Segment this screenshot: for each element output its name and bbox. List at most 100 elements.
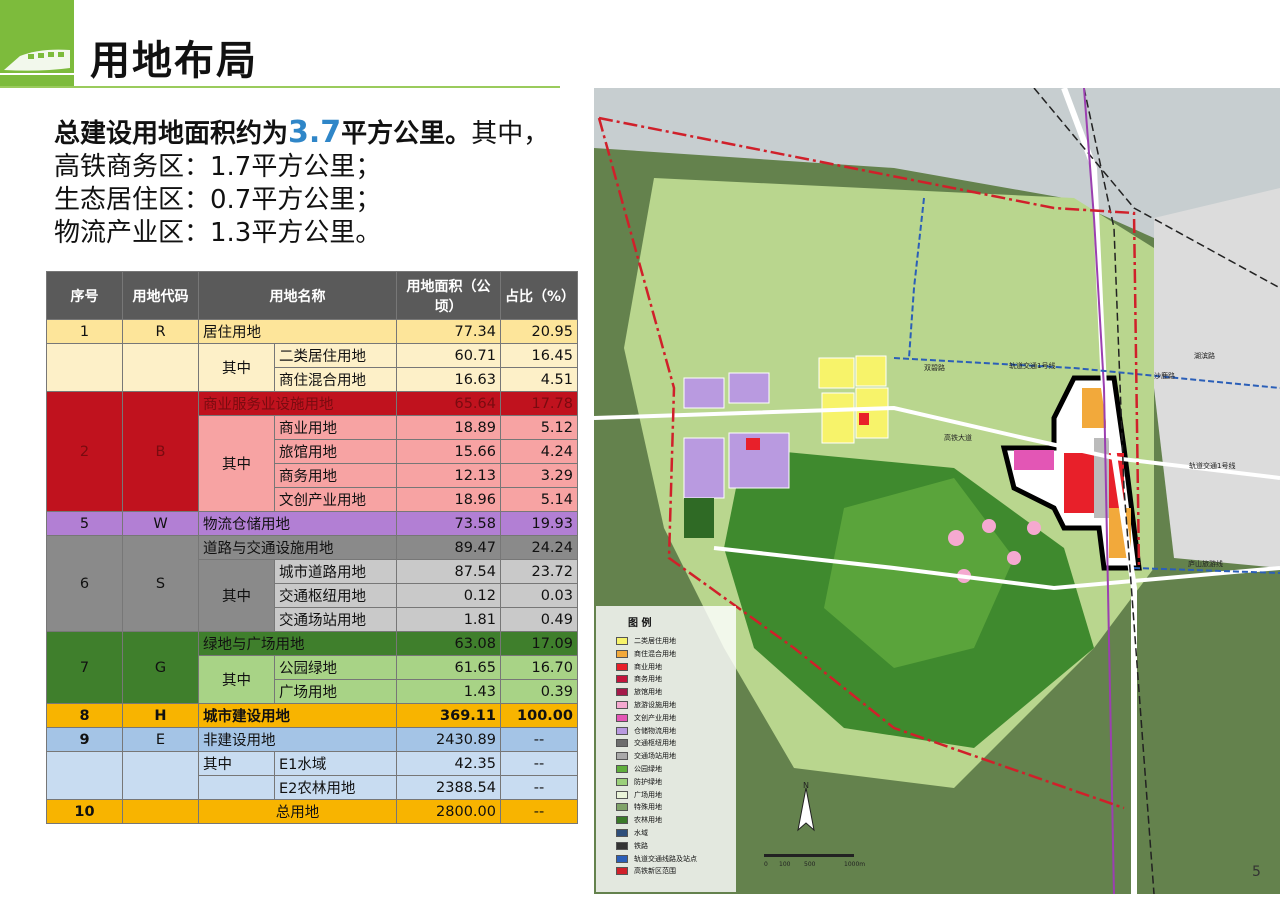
legend-label: 商务用地	[634, 675, 662, 684]
legend-title: 图 例	[628, 618, 652, 629]
legend-label: 旅游设施用地	[634, 701, 676, 709]
farmland-block	[684, 498, 714, 538]
scale-bar: 0 100 500 1000m	[764, 854, 865, 868]
tourism-site	[948, 530, 964, 546]
legend-swatch	[616, 752, 628, 761]
table-row: 8 H 城市建设用地 369.11 100.00	[46, 703, 578, 728]
legend-label: 水域	[634, 829, 648, 837]
land-use-table: 序号 用地代码 用地名称 用地面积（公顷） 占比（%） 1 R 居住用地 77.…	[46, 271, 578, 824]
road-label: 双碧路	[924, 363, 945, 372]
legend-swatch	[616, 739, 628, 748]
legend-swatch	[616, 713, 628, 722]
legend-label: 防护绿地	[634, 777, 662, 786]
legend-item: 商住混合用地	[616, 649, 676, 659]
legend-label: 高铁新区范围	[634, 867, 676, 876]
legend-swatch	[616, 841, 628, 850]
table-row: 1 R 居住用地 77.34 20.95	[46, 319, 578, 344]
tourism-site	[1027, 521, 1041, 535]
legend-swatch	[616, 662, 628, 671]
logistics-block	[683, 377, 725, 409]
legend-swatch	[616, 701, 628, 709]
legend-label: 铁路	[634, 841, 648, 850]
table-row: 7 G 绿地与广场用地 63.08 17.09	[46, 631, 578, 704]
legend-swatch	[616, 777, 628, 786]
legend-item: 旅馆用地	[616, 687, 662, 697]
legend-label: 公园绿地	[634, 765, 662, 773]
logistics-block	[728, 372, 770, 404]
legend-item: 防护绿地	[616, 777, 662, 787]
col-header: 序号	[46, 271, 123, 320]
commercial-block	[746, 438, 760, 450]
svg-text:N: N	[803, 781, 809, 790]
svg-text:100: 100	[779, 861, 791, 868]
col-header: 用地代码	[122, 271, 199, 320]
legend-label: 农林用地	[634, 816, 662, 825]
legend-swatch	[616, 726, 628, 735]
header-logo-box	[0, 0, 74, 86]
legend-swatch	[616, 675, 628, 684]
legend-swatch	[616, 790, 628, 799]
commercial-block	[859, 413, 869, 425]
logistics-block	[683, 437, 725, 499]
legend-swatch	[616, 816, 628, 825]
legend-item: 铁路	[616, 841, 648, 851]
summary-line-logistics: 物流产业区：1.3平方公里。	[54, 218, 382, 248]
creative-block	[1014, 450, 1054, 470]
legend-item: 文创产业用地	[616, 713, 676, 723]
title-underline	[0, 86, 560, 88]
page-number: 5	[1252, 864, 1261, 880]
col-header: 占比（%）	[500, 271, 578, 320]
map-legend: 图 例 二类居住用地 商住混合用地商业用地商务用地旅馆用地旅游设施用地文创产业用地…	[596, 606, 736, 892]
legend-swatch	[616, 649, 628, 658]
legend-item: 仓储物流用地	[616, 726, 676, 736]
residential-block	[855, 355, 887, 387]
legend-label: 二类居住用地	[634, 637, 676, 645]
tourism-site	[982, 519, 996, 533]
legend-swatch	[616, 637, 628, 645]
legend-swatch	[616, 803, 628, 812]
table-row: 5 W 物流仓储用地 73.58 19.93	[46, 511, 578, 536]
legend-label: 特殊用地	[634, 803, 662, 812]
train-icon	[0, 49, 74, 75]
legend-swatch	[616, 829, 628, 837]
legend-item: 轨道交通线路及站点	[616, 854, 697, 864]
legend-item: 农林用地	[616, 815, 662, 825]
col-header: 用地名称	[198, 271, 397, 320]
table-row: 其中 二类居住用地 60.71 16.45	[46, 343, 578, 392]
page-title: 用地布局	[90, 37, 258, 84]
legend-item: 商业用地	[616, 662, 662, 672]
legend-swatch	[616, 854, 628, 863]
table-row: 其中 E1水域 42.35 --	[46, 751, 578, 800]
legend-label: 广场用地	[634, 790, 662, 799]
summary-line-eco: 生态居住区：0.7平方公里；	[54, 185, 382, 215]
area-summary: 总建设用地面积约为3.7平方公里。其中， 高铁商务区：1.7平方公里； 生态居住…	[54, 116, 549, 250]
legend-item: 特殊用地	[616, 802, 662, 812]
road-label: 高铁大道	[944, 433, 972, 442]
legend-item: 高铁新区范围	[616, 866, 676, 876]
svg-text:0: 0	[764, 861, 768, 868]
total-area-value: 3.7	[288, 115, 342, 150]
road-label: 湖滨路	[1194, 351, 1215, 360]
road-label: 沙鹿路	[1154, 371, 1175, 380]
svg-text:1000m: 1000m	[844, 861, 865, 868]
table-row: 10 总用地 2800.00 --	[46, 799, 578, 824]
legend-swatch	[616, 867, 628, 876]
road-label: 轨道交通1号线	[1009, 361, 1055, 370]
summary-line-total: 总建设用地面积约为3.7平方公里。其中，	[54, 115, 550, 150]
legend-swatch	[616, 765, 628, 773]
legend-label: 交通场站用地	[634, 752, 676, 761]
legend-label: 商住混合用地	[634, 649, 676, 658]
svg-text:500: 500	[804, 861, 816, 868]
table-row: 2 B 商业服务业设施用地 65.64 17.78	[46, 391, 578, 512]
legend-item: 旅游设施用地	[616, 700, 676, 710]
road-label: 轨道交通1号线	[1189, 461, 1235, 470]
legend-item: 水域	[616, 828, 648, 838]
col-header: 用地面积（公顷）	[396, 271, 501, 320]
table-row: 6 S 道路与交通设施用地 89.47 24.24	[46, 535, 578, 632]
legend-item: 广场用地	[616, 790, 662, 800]
legend-label: 轨道交通线路及站点	[634, 854, 697, 863]
legend-item: 公园绿地	[616, 764, 662, 774]
legend-label: 交通枢纽用地	[634, 739, 676, 748]
legend-item: 交通枢纽用地	[616, 738, 676, 748]
table-header-row: 序号 用地代码 用地名称 用地面积（公顷） 占比（%）	[46, 271, 578, 320]
